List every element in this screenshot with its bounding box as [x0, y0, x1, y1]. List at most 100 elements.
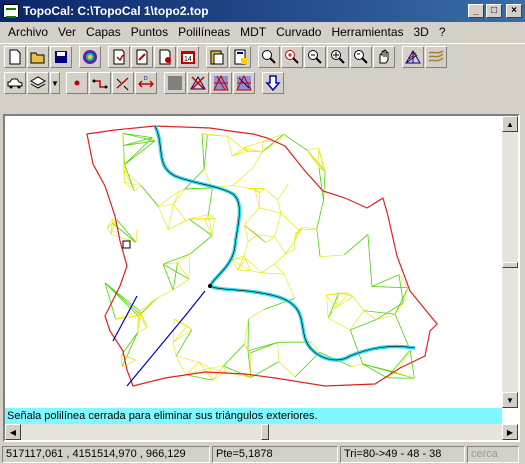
main-toolbar: 14 — [0, 43, 525, 69]
mesh-edge — [261, 263, 275, 273]
contour-icon[interactable] — [425, 45, 447, 68]
mesh-edge — [198, 361, 210, 369]
scroll-up-button[interactable]: ▲ — [502, 116, 518, 132]
mesh-edge — [201, 133, 205, 170]
snap-mode-indicator[interactable]: cerca — [467, 445, 519, 463]
scroll-right-button[interactable]: ▶ — [502, 424, 518, 440]
mesh-edge — [223, 344, 245, 367]
spiral-icon[interactable] — [79, 45, 101, 68]
report-icon[interactable] — [229, 45, 251, 68]
mesh-edge — [223, 365, 252, 378]
svg-text:14: 14 — [184, 56, 192, 63]
zoom-out-icon[interactable] — [304, 45, 326, 68]
mesh-edge — [320, 254, 345, 257]
mesh-edge — [177, 262, 190, 280]
terrain-mesh-canvas[interactable] — [5, 116, 505, 408]
mesh-edge — [302, 226, 317, 230]
mesh-edge — [316, 228, 321, 257]
mesh-edge — [176, 355, 199, 363]
horizontal-scroll-thumb[interactable] — [261, 424, 269, 440]
triangle-mesh-icon[interactable] — [210, 72, 232, 94]
layers-dropdown-arrow[interactable]: ▼ — [50, 72, 60, 94]
menu-polilineas[interactable]: Polilíneas — [173, 25, 235, 39]
open-folder-icon[interactable] — [27, 45, 49, 68]
measure-icon[interactable] — [112, 72, 134, 94]
layers-icon[interactable] — [27, 72, 49, 94]
mesh-edge — [112, 222, 137, 243]
drawing-viewport[interactable]: ▲ ▼ Señala polilínea cerrada para elimin… — [3, 114, 520, 442]
menu-help[interactable]: ? — [434, 25, 451, 39]
menu-3d[interactable]: 3D — [409, 25, 434, 39]
mesh-edge — [261, 272, 285, 275]
mesh-edge — [209, 365, 224, 369]
mesh-edge — [185, 374, 213, 381]
mesh-edge — [135, 228, 138, 243]
save-disk-icon[interactable] — [50, 45, 72, 68]
import-points-icon[interactable] — [108, 45, 130, 68]
mesh-edge — [326, 294, 336, 309]
window-title: TopoCal: C:\TopoCal 1\topo2.top — [23, 4, 209, 18]
pan-hand-icon[interactable] — [373, 45, 395, 68]
vertical-scrollbar[interactable]: ▲ ▼ — [502, 116, 518, 408]
delete-triangle-icon[interactable] — [187, 72, 209, 94]
vertical-scroll-thumb[interactable] — [502, 262, 518, 268]
mesh-edge — [203, 135, 208, 170]
mesh-edge — [371, 274, 400, 287]
zoom-previous-icon[interactable] — [350, 45, 372, 68]
down-arrow-icon[interactable] — [262, 72, 284, 94]
horizontal-scrollbar[interactable]: ◀ ▶ — [5, 424, 518, 440]
mesh-edge — [274, 213, 282, 237]
menu-curvado[interactable]: Curvado — [271, 25, 326, 39]
mesh-edge — [106, 228, 112, 235]
minimize-button[interactable]: _ — [468, 4, 484, 18]
mesh-edge — [232, 149, 246, 157]
mesh-edge — [258, 192, 261, 208]
zoom-all-icon[interactable] — [327, 45, 349, 68]
mesh-edge — [174, 318, 188, 327]
mesh-edge — [316, 200, 324, 230]
mesh-edge — [232, 168, 253, 186]
calendar-14-icon[interactable]: 14 — [177, 45, 199, 68]
mesh-edge — [121, 355, 136, 361]
paste-icon[interactable] — [206, 45, 228, 68]
mesh-edge — [328, 317, 351, 331]
mesh-edge — [139, 297, 158, 312]
scroll-left-button[interactable]: ◀ — [5, 424, 21, 440]
menu-archivo[interactable]: Archivo — [3, 25, 53, 39]
close-button[interactable]: × — [506, 4, 522, 18]
mesh-edge — [323, 171, 326, 201]
mesh-edge — [237, 255, 245, 271]
mesh-edge — [237, 269, 251, 272]
menu-capas[interactable]: Capas — [81, 25, 126, 39]
svg-text:D: D — [144, 76, 148, 82]
scroll-down-button[interactable]: ▼ — [502, 392, 518, 408]
mesh-edge — [243, 255, 246, 259]
mesh-edge — [184, 187, 213, 190]
zoom-window-icon[interactable] — [258, 45, 280, 68]
car-icon[interactable] — [4, 72, 26, 94]
menu-mdt[interactable]: MDT — [235, 25, 271, 39]
topocal-app-icon[interactable] — [3, 4, 19, 18]
polyline-icon[interactable] — [89, 72, 111, 94]
menu-ver[interactable]: Ver — [53, 25, 81, 39]
triangle-mesh-edit-icon[interactable] — [233, 72, 255, 94]
distance-icon[interactable]: D — [135, 72, 157, 94]
mesh-edge — [277, 183, 289, 201]
grid-points-icon[interactable] — [154, 45, 176, 68]
mesh-edge — [293, 241, 296, 250]
triangulate-icon[interactable] — [402, 45, 424, 68]
edit-points-icon[interactable] — [131, 45, 153, 68]
menu-puntos[interactable]: Puntos — [126, 25, 173, 39]
mesh-edge — [274, 263, 285, 275]
selected-polyline — [112, 290, 206, 387]
menu-herramientas[interactable]: Herramientas — [326, 25, 408, 39]
new-file-icon[interactable] — [4, 45, 26, 68]
mesh-edge — [208, 214, 213, 236]
mesh-edge — [247, 318, 249, 351]
gray-square-icon[interactable] — [164, 72, 186, 94]
zoom-in-icon[interactable] — [281, 45, 303, 68]
maximize-button[interactable]: □ — [486, 4, 502, 18]
mesh-edge — [232, 185, 247, 189]
pick-cursor-box — [122, 240, 131, 249]
point-icon[interactable] — [66, 72, 88, 94]
